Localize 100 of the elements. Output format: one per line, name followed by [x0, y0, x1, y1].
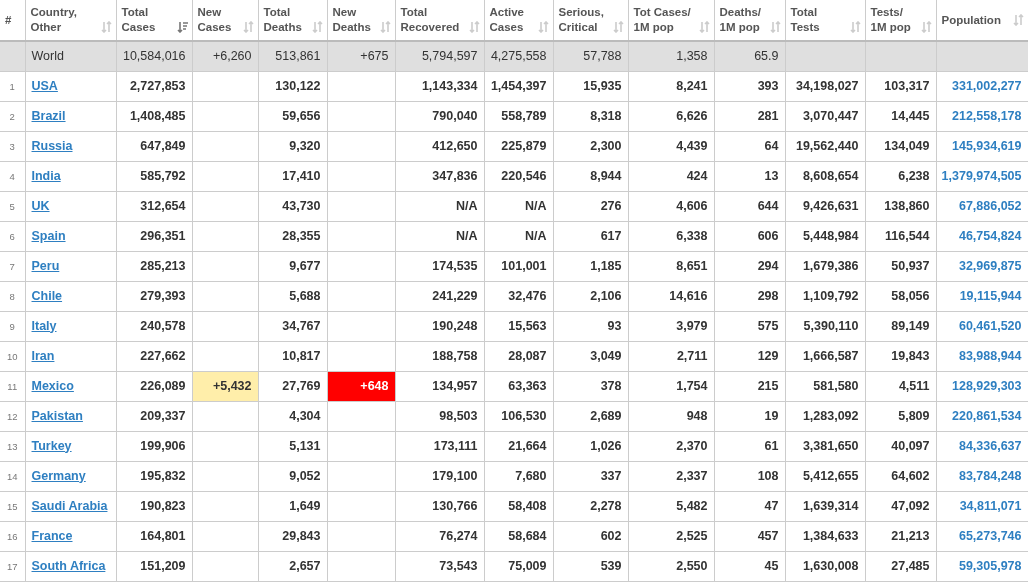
population-link[interactable]: 128,929,303 [952, 378, 1022, 393]
table-cell: 296,351 [140, 228, 186, 243]
column-header[interactable]: New Deaths [332, 5, 371, 35]
population-link[interactable]: 212,558,178 [952, 108, 1022, 123]
population-link[interactable]: 46,754,824 [958, 228, 1022, 243]
table-cell: 130,122 [275, 78, 321, 93]
table-cell: 602 [600, 528, 622, 543]
table-cell: 1,630,008 [802, 558, 859, 573]
sort-icon[interactable] [176, 21, 188, 33]
table-cell: 2,337 [676, 468, 708, 483]
table-cell: 457 [757, 528, 779, 543]
country-link[interactable]: Saudi Arabia [31, 498, 108, 513]
country-link[interactable]: France [31, 528, 73, 543]
table-cell: 5,809 [898, 408, 930, 423]
country-link[interactable]: UK [31, 198, 50, 213]
table-cell: 134,957 [432, 378, 478, 393]
table-cell: 173,111 [433, 438, 478, 453]
table-cell: 215 [757, 378, 779, 393]
country-link[interactable]: Pakistan [31, 408, 83, 423]
table-cell: 1,283,092 [802, 408, 859, 423]
table-cell: 1,454,397 [490, 78, 547, 93]
table-cell: 8,944 [590, 168, 622, 183]
column-header[interactable]: # [5, 12, 12, 28]
table-cell: 3,979 [676, 318, 708, 333]
table-cell: 28,355 [282, 228, 321, 243]
table-cell: 276 [600, 198, 622, 213]
table-cell: 5,688 [289, 288, 321, 303]
column-header[interactable]: Total Deaths [263, 5, 302, 35]
table-cell: 15,563 [508, 318, 547, 333]
column-header[interactable]: Active Cases [489, 5, 525, 35]
table-cell: 1,384,633 [802, 528, 859, 543]
table-cell: 129 [757, 348, 779, 363]
country-link[interactable]: Chile [31, 288, 63, 303]
population-link[interactable]: 331,002,277 [952, 78, 1022, 93]
table-cell: 98,503 [439, 408, 478, 423]
table-cell: 47 [764, 498, 779, 513]
population-link[interactable]: 59,305,978 [958, 558, 1022, 573]
population-link[interactable]: 145,934,619 [952, 138, 1022, 153]
table-cell: 575 [757, 318, 779, 333]
table-cell: 17,410 [282, 168, 321, 183]
country-link[interactable]: Iran [31, 348, 55, 363]
row-number: 12 [6, 410, 18, 422]
table-cell: 2,657 [289, 558, 321, 573]
population-link[interactable]: 1,379,974,505 [941, 168, 1022, 183]
table-cell: 1,649 [289, 498, 321, 513]
column-header[interactable]: Deaths/ 1M pop [719, 5, 762, 35]
country-link[interactable]: Spain [31, 228, 66, 243]
country-link[interactable]: USA [31, 78, 58, 93]
row-number: 3 [9, 140, 15, 152]
column-header[interactable]: Country, Other [30, 5, 77, 35]
column-header[interactable]: Population [941, 12, 1001, 28]
country-link[interactable]: India [31, 168, 61, 183]
table-cell: 7,680 [515, 468, 547, 483]
table-cell: 241,229 [432, 288, 478, 303]
population-link[interactable]: 67,886,052 [958, 198, 1022, 213]
country-link[interactable]: Russia [31, 138, 73, 153]
table-cell: 220,546 [501, 168, 547, 183]
table-cell: 14,616 [669, 288, 708, 303]
population-link[interactable]: 60,461,520 [958, 318, 1022, 333]
table-cell: 285,213 [140, 258, 186, 273]
table-cell: 93 [607, 318, 622, 333]
row-number: 14 [6, 470, 18, 482]
row-number: 16 [6, 530, 18, 542]
table-cell: +6,260 [212, 48, 252, 63]
population-link[interactable]: 32,969,875 [958, 258, 1022, 273]
country-link[interactable]: Peru [31, 258, 60, 273]
table-cell: 101,001 [501, 258, 547, 273]
population-link[interactable]: 65,273,746 [958, 528, 1022, 543]
table-cell: N/A [524, 198, 547, 213]
column-header[interactable]: Total Cases [121, 5, 156, 35]
country-link[interactable]: Mexico [31, 378, 74, 393]
population-link[interactable]: 220,861,534 [952, 408, 1022, 423]
table-cell: 138,860 [884, 198, 930, 213]
country-link[interactable]: South Africa [31, 558, 106, 573]
table-cell: 378 [600, 378, 622, 393]
population-link[interactable]: 34,811,071 [959, 498, 1022, 513]
column-header[interactable]: Serious, Critical [558, 5, 604, 35]
table-cell: 790,040 [432, 108, 478, 123]
population-link[interactable]: 83,784,248 [958, 468, 1022, 483]
population-link[interactable]: 84,336,637 [958, 438, 1022, 453]
table-cell: 27,485 [891, 558, 930, 573]
population-link[interactable]: 83,988,944 [958, 348, 1022, 363]
table-cell: 32,476 [508, 288, 547, 303]
column-header[interactable]: Total Tests [790, 5, 820, 35]
country-link[interactable]: Brazil [31, 108, 66, 123]
column-header[interactable]: New Cases [197, 5, 232, 35]
table-cell: 647,849 [140, 138, 186, 153]
column-header[interactable]: Tot Cases/ 1M pop [633, 5, 691, 35]
table-cell: 4,511 [898, 378, 930, 393]
table-cell: 47,092 [891, 498, 930, 513]
table-cell: 1,639,314 [802, 498, 859, 513]
table-cell: 19,562,440 [795, 138, 859, 153]
column-header[interactable]: Tests/ 1M pop [870, 5, 911, 35]
population-link[interactable]: 19,115,944 [959, 288, 1022, 303]
country-link[interactable]: Turkey [31, 438, 72, 453]
column-header[interactable]: Total Recovered [400, 5, 460, 35]
table-cell: 2,550 [676, 558, 708, 573]
country-link[interactable]: Germany [31, 468, 86, 483]
table-cell: 1,109,792 [802, 288, 859, 303]
country-link[interactable]: Italy [31, 318, 57, 333]
